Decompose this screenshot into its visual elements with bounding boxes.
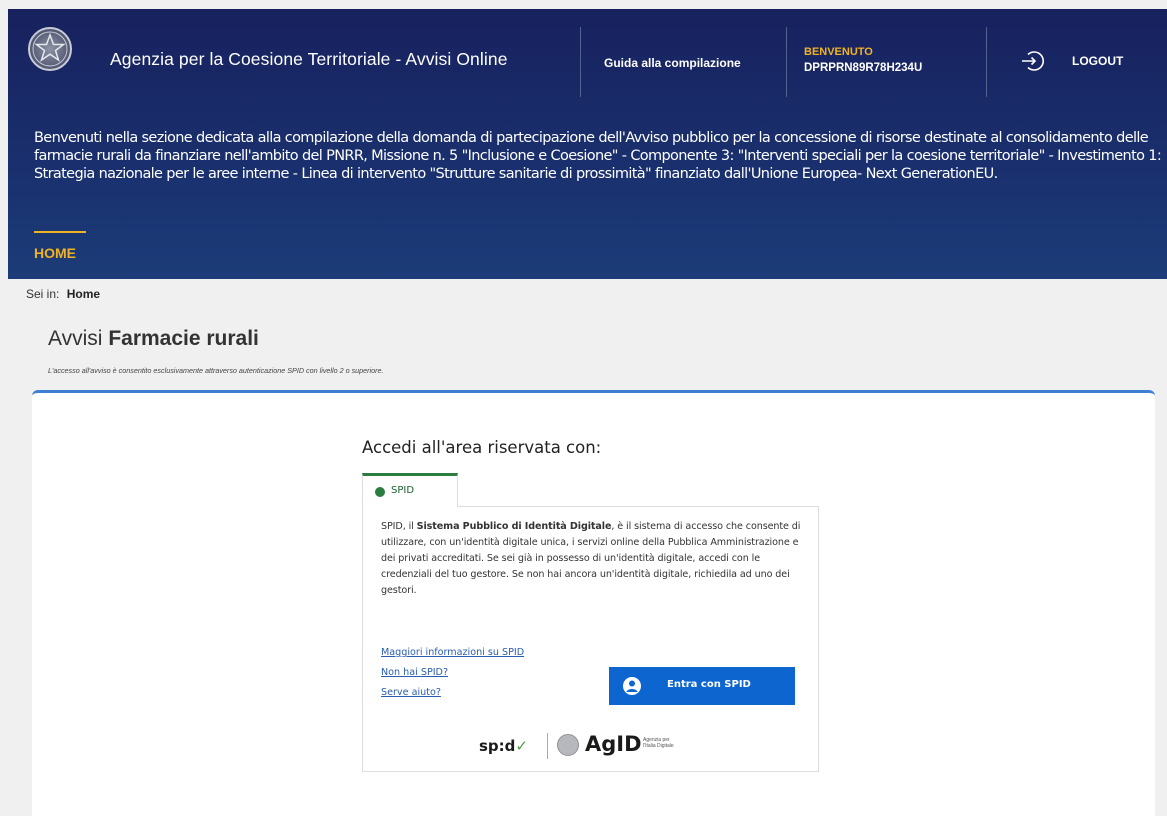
header-divider — [786, 27, 787, 97]
access-note: L'accesso all'avviso è consentito esclus… — [48, 366, 384, 375]
breadcrumb-prefix: Sei in: — [26, 287, 60, 301]
header-divider — [986, 27, 987, 97]
no-spid-link[interactable]: Non hai SPID? — [381, 667, 448, 678]
agid-logo: AgID — [585, 732, 642, 756]
user-code: DPRPRN89R78H234U — [804, 62, 923, 74]
breadcrumb: Sei in: Home — [26, 287, 100, 301]
home-tab-indicator — [34, 231, 86, 233]
site-header: Agenzia per la Coesione Territoriale - A… — [8, 9, 1167, 279]
republic-emblem-icon — [28, 27, 72, 71]
logo-divider — [547, 733, 548, 759]
spid-login-button[interactable]: Entra con SPID — [609, 667, 795, 705]
page-title: Avvisi Farmacie rurali — [48, 327, 259, 351]
guide-link[interactable]: Guida alla compilazione — [604, 56, 741, 70]
spid-info-link[interactable]: Maggiori informazioni su SPID — [381, 647, 524, 658]
header-divider — [580, 27, 581, 97]
user-icon — [623, 677, 641, 695]
logout-icon[interactable] — [1020, 49, 1044, 73]
site-title[interactable]: Agenzia per la Coesione Territoriale - A… — [110, 49, 508, 70]
spid-description: SPID, il Sistema Pubblico di Identità Di… — [381, 521, 801, 596]
logout-button[interactable]: LOGOUT — [1072, 54, 1123, 68]
spid-login-label: Entra con SPID — [667, 679, 751, 690]
tab-home[interactable]: HOME — [34, 245, 76, 261]
agid-emblem-icon — [557, 734, 579, 756]
user-welcome: BENVENUTO DPRPRN89R78H234U — [804, 44, 922, 76]
page-title-bold: Farmacie rurali — [108, 327, 259, 350]
breadcrumb-current[interactable]: Home — [67, 287, 100, 301]
welcome-label: BENVENUTO — [804, 46, 873, 58]
intro-text: Benvenuti nella sezione dedicata alla co… — [34, 130, 1162, 182]
login-panel: Accedi all'area riservata con: SPID SPID… — [32, 390, 1155, 816]
login-title: Accedi all'area riservata con: — [362, 438, 602, 457]
page-title-light: Avvisi — [48, 327, 103, 350]
help-link[interactable]: Serve aiuto? — [381, 687, 441, 698]
agid-subtitle: Agenzia per l'Italia Digitale — [643, 737, 674, 749]
spid-logo: sp:d✓ — [479, 737, 528, 755]
tab-spid[interactable]: SPID — [362, 473, 458, 507]
user-icon — [375, 487, 385, 497]
tab-spid-label: SPID — [391, 485, 415, 496]
spid-tab-content: SPID, il Sistema Pubblico di Identità Di… — [362, 506, 819, 772]
